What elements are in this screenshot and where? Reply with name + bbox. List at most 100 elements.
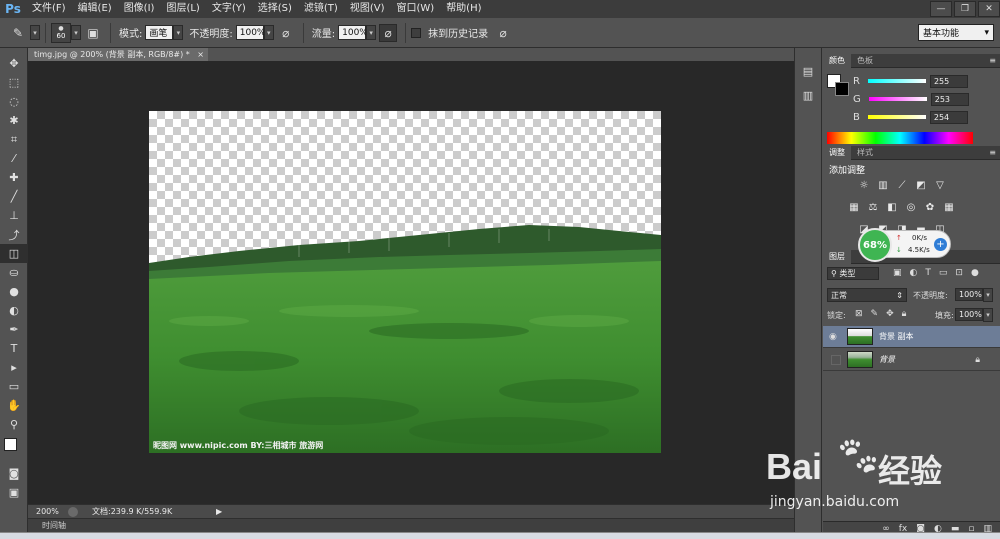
blue-value[interactable]: 254 <box>929 110 968 124</box>
exposure-icon[interactable]: ◩ <box>914 178 928 192</box>
mode-dropdown[interactable]: ▾ <box>173 25 184 40</box>
properties-panel-icon[interactable]: ▥ <box>798 86 818 104</box>
document-image[interactable]: 昵图网 www.nipic.com BY:三相城市 旅游网 <box>149 111 661 453</box>
minimize-button[interactable]: — <box>930 1 952 17</box>
tab-styles[interactable]: 样式 <box>851 146 879 160</box>
lock-position-icon[interactable]: ✥ <box>886 309 894 319</box>
layer-opacity-dropdown[interactable]: ▾ <box>983 288 993 302</box>
status-menu-arrow-icon[interactable]: ▶ <box>216 507 222 516</box>
menu-filter[interactable]: 滤镜(T) <box>298 0 344 18</box>
document-tab[interactable]: timg.jpg @ 200% (背景 副本, RGB/8#) * × <box>28 48 208 61</box>
tab-adjustments[interactable]: 调整 <box>823 145 851 160</box>
opacity-input[interactable]: 100% <box>235 25 265 40</box>
fill-dropdown[interactable]: ▾ <box>983 308 993 322</box>
screen-mode-icon[interactable]: ▣ <box>0 483 28 502</box>
flow-input[interactable]: 100% <box>338 25 368 40</box>
eraser-tool-icon[interactable]: ◫ <box>0 244 28 263</box>
history-panel-icon[interactable]: ▤ <box>798 62 818 80</box>
opacity-dropdown[interactable]: ▾ <box>263 25 274 40</box>
restore-button[interactable]: ❐ <box>954 1 976 17</box>
paint-bucket-tool-icon[interactable]: ⛀ <box>0 263 28 282</box>
lock-pixels-icon[interactable]: ✎ <box>871 309 879 319</box>
foreground-color-swatch[interactable] <box>4 438 17 451</box>
workspace-switcher[interactable]: 基本功能 ▾ <box>918 24 994 41</box>
levels-icon[interactable]: ▥ <box>876 178 890 192</box>
layer-filter-select[interactable]: ⚲ 类型 <box>827 267 879 280</box>
stamp-tool-icon[interactable]: ⊥ <box>0 206 28 225</box>
photo-filter-icon[interactable]: ◎ <box>904 200 918 214</box>
layer-row[interactable]: ◉ 背景 副本 <box>823 326 1000 348</box>
history-brush-tool-icon[interactable]: ⤴ <box>0 225 28 244</box>
blue-slider[interactable] <box>867 115 926 119</box>
layer-opacity-input[interactable]: 100% <box>955 288 983 301</box>
quick-select-tool-icon[interactable]: ✱ <box>0 111 28 130</box>
brightness-icon[interactable]: ☼ <box>857 178 871 192</box>
tab-color[interactable]: 颜色 <box>823 53 851 68</box>
menu-help[interactable]: 帮助(H) <box>440 0 487 18</box>
green-slider[interactable] <box>868 97 927 101</box>
menu-file[interactable]: 文件(F) <box>26 0 72 18</box>
pressure-opacity-icon[interactable]: ⌀ <box>277 24 295 42</box>
brush-size-dropdown[interactable]: ▾ <box>71 25 81 40</box>
menu-select[interactable]: 选择(S) <box>252 0 298 18</box>
visibility-toggle[interactable] <box>831 354 841 365</box>
red-slider[interactable] <box>867 79 926 83</box>
menu-type[interactable]: 文字(Y) <box>206 0 252 18</box>
zoom-tool-icon[interactable]: ⚲ <box>0 415 28 434</box>
brush-tool-icon[interactable]: ╱ <box>0 187 28 206</box>
shape-filter-icon[interactable]: ▭ <box>939 268 948 278</box>
smart-filter-icon[interactable]: ⊡ <box>955 268 963 278</box>
blur-tool-icon[interactable]: ● <box>0 282 28 301</box>
flow-dropdown[interactable]: ▾ <box>366 25 377 40</box>
quick-mask-icon[interactable]: ◙ <box>0 464 28 483</box>
type-tool-icon[interactable]: T <box>0 339 28 358</box>
menu-image[interactable]: 图像(I) <box>118 0 161 18</box>
tab-layers[interactable]: 图层 <box>823 249 851 264</box>
mode-select[interactable]: 画笔 <box>145 25 174 40</box>
add-icon[interactable]: + <box>934 238 947 251</box>
lock-all-icon[interactable]: 🔒︎ <box>902 309 907 319</box>
path-select-tool-icon[interactable]: ▸ <box>0 358 28 377</box>
menu-layer[interactable]: 图层(L) <box>160 0 205 18</box>
canvas-area[interactable]: 昵图网 www.nipic.com BY:三相城市 旅游网 <box>28 61 794 504</box>
hue-saturation-icon[interactable]: ▦ <box>847 200 861 214</box>
timeline-panel[interactable]: 时间轴 <box>28 518 794 532</box>
document-tab-close-icon[interactable]: × <box>197 50 204 59</box>
red-value[interactable]: 255 <box>929 74 968 88</box>
blend-mode-select[interactable]: 正常 ⇕ <box>827 288 907 302</box>
menu-view[interactable]: 视图(V) <box>344 0 391 18</box>
panel-menu-icon[interactable]: ≡ <box>989 148 996 157</box>
color-balance-icon[interactable]: ⚖ <box>866 200 880 214</box>
pixel-filter-icon[interactable]: ▣ <box>893 268 902 278</box>
tab-swatches[interactable]: 色板 <box>851 54 879 68</box>
crop-tool-icon[interactable]: ⌗ <box>0 130 28 149</box>
healing-brush-tool-icon[interactable]: ✚ <box>0 168 28 187</box>
type-filter-icon[interactable]: T <box>925 268 931 278</box>
brush-preset-picker[interactable]: ● 60 <box>51 22 71 43</box>
tool-preset-dropdown[interactable]: ▾ <box>30 25 40 40</box>
lock-transparency-icon[interactable]: ⊠ <box>855 309 863 319</box>
brush-panel-icon[interactable]: ▣ <box>84 24 102 42</box>
color-lookup-icon[interactable]: ▦ <box>942 200 956 214</box>
airbrush-icon[interactable]: ⌀ <box>379 23 398 42</box>
erase-to-history-checkbox[interactable] <box>411 27 422 38</box>
close-button[interactable]: ✕ <box>978 1 1000 17</box>
color-spectrum-bar[interactable] <box>827 132 973 144</box>
zoom-level[interactable]: 200% <box>28 507 62 516</box>
black-white-icon[interactable]: ◧ <box>885 200 899 214</box>
lasso-tool-icon[interactable]: ◌ <box>0 92 28 111</box>
fill-input[interactable]: 100% <box>955 308 983 321</box>
curves-icon[interactable]: ⟋ <box>895 178 909 192</box>
color-bg-swatch[interactable] <box>835 82 849 96</box>
layer-row[interactable]: 背景 🔒︎ <box>823 349 1000 371</box>
eraser-icon[interactable]: ✎ <box>9 24 27 42</box>
marquee-tool-icon[interactable]: ⬚ <box>0 73 28 92</box>
menu-window[interactable]: 窗口(W) <box>390 0 440 18</box>
channel-mixer-icon[interactable]: ✿ <box>923 200 937 214</box>
eyedropper-tool-icon[interactable]: ⁄ <box>0 149 28 168</box>
filter-toggle-icon[interactable]: ● <box>971 268 979 278</box>
vibrance-icon[interactable]: ▽ <box>933 178 947 192</box>
pen-tool-icon[interactable]: ✒ <box>0 320 28 339</box>
rectangle-tool-icon[interactable]: ▭ <box>0 377 28 396</box>
network-speed-widget[interactable]: 68% ↑ 0K/s ↓ 4.5K/s + <box>858 228 951 262</box>
